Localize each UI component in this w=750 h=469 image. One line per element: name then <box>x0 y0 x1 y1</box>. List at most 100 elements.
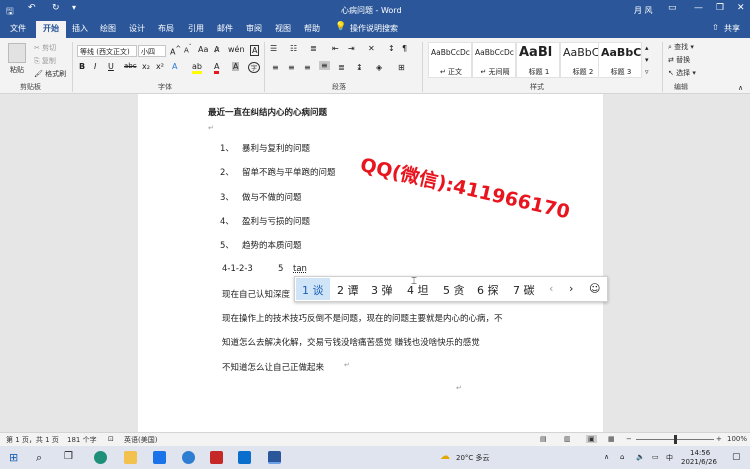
page-count[interactable]: 第 1 页，共 1 页 <box>6 435 59 445</box>
ime-candidate[interactable]: 6 探 <box>477 282 499 298</box>
align-left-icon[interactable]: ≡ <box>272 63 279 72</box>
web-layout-icon[interactable]: ▦ <box>608 435 615 443</box>
app-icon[interactable] <box>182 451 195 464</box>
tab-home[interactable]: 开始 <box>36 21 66 38</box>
tab-references[interactable]: 引用 <box>188 23 204 34</box>
copy-button[interactable]: ⎘ 复制 <box>34 56 56 66</box>
change-case-button[interactable]: Aa <box>198 45 208 54</box>
numbering-icon[interactable]: ☷ <box>290 44 297 53</box>
distributed-icon[interactable]: ≣ <box>338 63 345 72</box>
replace-button[interactable]: ⇄ 替换 <box>668 55 690 65</box>
share-icon[interactable]: ⇧ <box>712 23 719 32</box>
save-icon[interactable]: 🖫 <box>6 4 14 20</box>
style-heading-3[interactable]: AaBbC 标题 3 <box>598 42 642 78</box>
share-button[interactable]: 共享 <box>724 23 740 34</box>
ime-candidate[interactable]: 1 谈 <box>296 278 330 300</box>
emoji-icon[interactable]: ☺ <box>589 282 600 295</box>
underline-button[interactable]: U <box>108 62 114 71</box>
tab-file[interactable]: 文件 <box>10 23 26 34</box>
clock-date[interactable]: 2021/6/26 <box>681 458 717 466</box>
styles-scroll-up[interactable]: ▴ <box>645 44 649 52</box>
redo-icon[interactable]: ↻ <box>52 3 60 13</box>
subscript-button[interactable]: x₂ <box>142 62 150 71</box>
style-heading-1[interactable]: AaBl 标题 1 <box>516 42 560 78</box>
zoom-out-button[interactable]: − <box>626 435 632 443</box>
word-count[interactable]: 181 个字 <box>67 435 97 445</box>
chevron-left-icon[interactable]: ‹ <box>549 282 553 295</box>
tell-me-search[interactable]: 操作说明搜索 <box>350 23 398 34</box>
battery-icon[interactable]: ▭ <box>652 453 659 461</box>
document-page[interactable]: 最近一直在纠结内心的心病问题 ↵ 1、 暴利与复利的问题 2、 留单不跑与平单跑… <box>138 94 603 432</box>
undo-icon[interactable]: ↶ <box>28 3 36 13</box>
search-icon[interactable]: ⌕ <box>36 451 42 465</box>
ime-language-indicator[interactable]: 中 <box>666 453 673 463</box>
zoom-slider-thumb[interactable] <box>674 435 677 444</box>
sort-icon[interactable]: ↕ <box>388 44 395 53</box>
restore-button[interactable]: ❐ <box>716 3 724 13</box>
read-mode-icon[interactable]: ▥ <box>564 435 571 443</box>
tab-insert[interactable]: 插入 <box>72 23 88 34</box>
justify-icon[interactable]: ≡ <box>319 61 330 70</box>
paste-button[interactable]: 粘贴 <box>10 65 24 75</box>
zoom-level[interactable]: 100% <box>727 435 747 443</box>
word-app-icon[interactable] <box>268 451 281 464</box>
tray-chevron-icon[interactable]: ∧ <box>604 453 609 461</box>
multilevel-list-icon[interactable]: ≣ <box>310 44 317 53</box>
tab-layout[interactable]: 布局 <box>158 23 174 34</box>
font-color-button[interactable]: A <box>214 62 220 74</box>
tab-view[interactable]: 视图 <box>275 23 291 34</box>
cut-button[interactable]: ✂ 剪切 <box>34 43 56 53</box>
customize-qat-icon[interactable]: ▾ <box>72 3 76 12</box>
clock-time[interactable]: 14:56 <box>690 449 710 457</box>
shading-icon[interactable]: ◈ <box>376 63 382 72</box>
network-icon[interactable]: ⌂ <box>620 453 624 461</box>
text-effects-button[interactable]: A <box>172 62 177 71</box>
char-border-button[interactable]: A <box>250 45 260 56</box>
print-layout-icon[interactable]: ▣ <box>586 435 597 443</box>
notification-icon[interactable]: ▢ <box>732 452 741 462</box>
style-no-spacing[interactable]: AaBbCcDc ↵ 无间隔 <box>472 42 516 78</box>
bullets-icon[interactable]: ☰ <box>270 44 277 53</box>
grow-font-button[interactable]: A^ <box>170 45 181 57</box>
file-explorer-icon[interactable] <box>124 451 137 464</box>
chevron-right-icon[interactable]: › <box>569 282 573 295</box>
styles-more[interactable]: ▿ <box>645 68 649 76</box>
style-normal[interactable]: AaBbCcDc ↵ 正文 <box>428 42 472 78</box>
highlight-button[interactable]: ab <box>192 62 202 74</box>
font-name-combo[interactable]: 等线 (西文正文) <box>77 45 137 57</box>
tab-review[interactable]: 审阅 <box>246 23 262 34</box>
zoom-in-button[interactable]: + <box>716 435 722 443</box>
shrink-font-button[interactable]: Aˇ <box>184 45 192 54</box>
language-indicator[interactable]: 英语(美国) <box>124 435 157 445</box>
asian-layout-icon[interactable]: ✕ <box>368 44 375 53</box>
font-size-combo[interactable]: 小四 <box>138 45 166 57</box>
close-button[interactable]: ✕ <box>737 3 745 13</box>
ime-candidate[interactable]: 2 谭 <box>337 282 359 298</box>
find-button[interactable]: ⌕ 查找 ▾ <box>668 42 694 52</box>
ime-candidate[interactable]: 5 贪 <box>443 282 465 298</box>
phonetic-guide-button[interactable]: wén <box>228 45 245 54</box>
paste-icon[interactable] <box>8 43 26 63</box>
minimize-button[interactable]: — <box>694 3 703 13</box>
line-spacing-icon[interactable]: ↨ <box>356 63 363 72</box>
ime-candidate[interactable]: 7 碳 <box>513 282 535 298</box>
superscript-button[interactable]: x² <box>156 62 164 71</box>
align-center-icon[interactable]: ≡ <box>288 63 295 72</box>
windows-start-icon[interactable]: ⊞ <box>9 451 18 464</box>
app-icon[interactable] <box>238 451 251 464</box>
user-name[interactable]: 月 风 <box>634 5 653 16</box>
tab-design[interactable]: 设计 <box>129 23 145 34</box>
focus-mode-icon[interactable]: ▤ <box>540 435 547 443</box>
tab-draw[interactable]: 绘图 <box>100 23 116 34</box>
app-icon[interactable] <box>210 451 223 464</box>
styles-scroll-down[interactable]: ▾ <box>645 56 649 64</box>
tab-mailings[interactable]: 邮件 <box>217 23 233 34</box>
clear-format-button[interactable]: A̷ <box>214 45 219 54</box>
show-marks-icon[interactable]: ¶ <box>402 44 407 53</box>
decrease-indent-icon[interactable]: ⇤ <box>332 44 339 53</box>
task-view-icon[interactable]: ❒ <box>64 451 73 462</box>
ime-candidate[interactable]: 3 弹 <box>371 282 393 298</box>
italic-button[interactable]: I <box>94 62 96 71</box>
ribbon-display-icon[interactable]: ▭ <box>668 3 677 13</box>
proofing-icon[interactable]: ⊡ <box>108 435 114 443</box>
